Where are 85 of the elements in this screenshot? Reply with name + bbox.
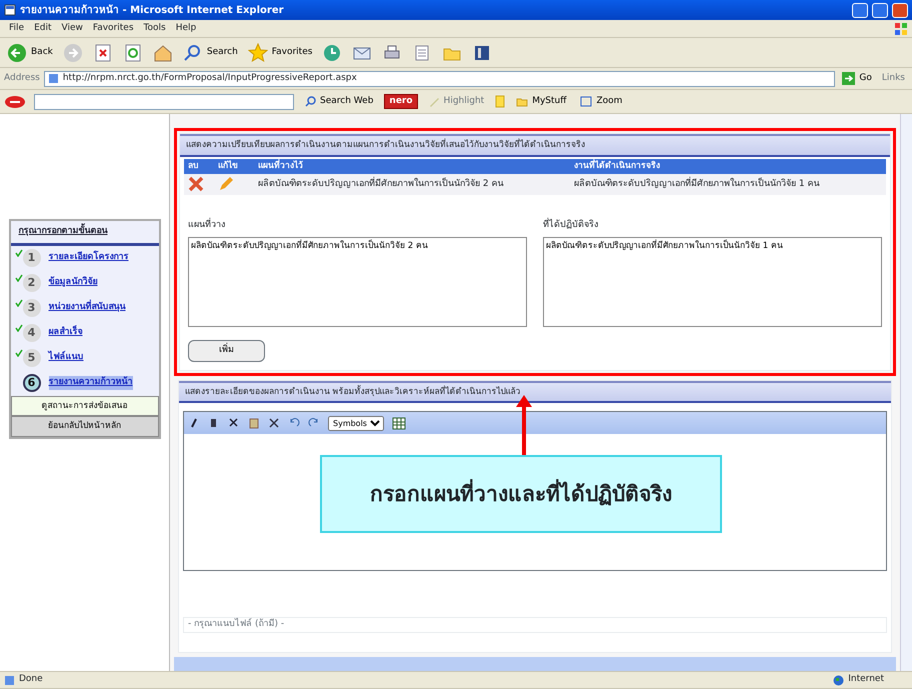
step-link[interactable]: หน่วยงานที่สนับสนุน	[48, 301, 126, 315]
vertical-scrollbar[interactable]	[900, 114, 912, 671]
mystuff-button[interactable]: MyStuff	[513, 94, 570, 110]
folder-icon	[516, 96, 528, 107]
horizontal-scrollbar[interactable]	[174, 657, 896, 671]
minimize-button[interactable]	[852, 2, 868, 18]
plan-field[interactable]: ผลิตบัณฑิตระดับปริญญาเอกที่มีศักยภาพในการเป็นนักวิจัย 2 คน	[188, 236, 527, 326]
field-label: ที่ได้ปฏิบัติจริง	[543, 219, 882, 232]
forward-icon	[62, 42, 83, 62]
search-button[interactable]: Search	[180, 42, 241, 64]
search-icon	[182, 42, 203, 62]
page-icon	[4, 674, 15, 686]
step-number: 1	[22, 249, 40, 267]
back-button[interactable]: Back	[4, 42, 56, 64]
column-header: ลบ	[184, 158, 214, 174]
magnifier-icon	[580, 96, 592, 107]
menu-item[interactable]: View	[56, 22, 88, 36]
table-cell: ผลิตบัณฑิตระดับปริญญาเอกที่มีศักยภาพในการเป็นนักวิจัย 1 คน	[570, 174, 886, 195]
x-icon[interactable]	[228, 417, 240, 430]
font-select[interactable]: Symbols	[328, 416, 384, 431]
undo-icon[interactable]	[288, 417, 300, 430]
sidebar-button[interactable]: ย้อนกลับไปหน้าหลัก	[10, 416, 158, 437]
step-number: 4	[22, 324, 40, 342]
back-icon	[7, 42, 27, 62]
windows-logo-icon	[894, 22, 908, 36]
column-header: แก้ไข	[214, 158, 254, 174]
window-title: รายงานความก้าวหน้า - Microsoft Internet Explorer	[20, 3, 285, 18]
actual-field[interactable]: ผลิตบัณฑิตระดับปริญญาเอกที่มีศักยภาพในการเป็นนักวิจัย 1 คน	[543, 236, 882, 326]
callout-text: กรอกแผนที่วางและที่ได้ปฏิบัติจริง	[320, 455, 722, 533]
search-web-button[interactable]: Search Web	[302, 94, 376, 110]
stop-icon	[92, 42, 113, 62]
address-field[interactable]: http://nrpm.nrct.go.th/FormProposal/InputProgressiveReport.aspx	[44, 70, 836, 86]
page-icon	[48, 73, 59, 84]
step-link[interactable]: รายละเอียดโครงการ	[48, 251, 128, 265]
favorites-button[interactable]: Favorites	[244, 42, 316, 64]
refresh-icon	[122, 42, 143, 62]
menu-item[interactable]: Tools	[138, 22, 171, 36]
go-button[interactable]: Go	[839, 70, 875, 86]
close-button[interactable]	[892, 2, 908, 18]
steps-heading: กรุณากรอกตามขั้นตอน	[10, 221, 158, 246]
logo-icon[interactable]	[4, 94, 26, 108]
home-icon	[152, 42, 173, 62]
step-number: 6	[22, 374, 40, 392]
menu-item[interactable]: Favorites	[88, 22, 139, 36]
step-number: 3	[22, 299, 40, 317]
menu-item[interactable]: File	[4, 22, 30, 36]
status-text: Done	[19, 673, 44, 686]
search-field[interactable]	[34, 94, 294, 110]
page-icon	[4, 4, 16, 16]
column-header: งานที่ได้ดำเนินการจริง	[570, 158, 886, 174]
address-label: Address	[4, 72, 40, 85]
step-link[interactable]: ไฟล์แนบ	[48, 351, 84, 365]
clipboard-icon[interactable]	[248, 417, 260, 430]
step-link[interactable]: รายงานความก้าวหน้า	[48, 376, 132, 390]
pencil-icon[interactable]	[218, 176, 234, 192]
attachment-field[interactable]: - กรุณาแนบไฟล์ (ถ้ามี) -	[183, 617, 887, 633]
step-number: 2	[22, 274, 40, 292]
search-icon	[305, 96, 316, 107]
nero-button[interactable]: nero	[384, 94, 418, 110]
add-button[interactable]: เพิ่ม	[188, 340, 265, 362]
table-cell: ผลิตบัณฑิตระดับปริญญาเอกที่มีศักยภาพในการเป็นนักวิจัย 2 คน	[254, 174, 570, 195]
step-number: 5	[22, 349, 40, 367]
menu-item[interactable]: Help	[170, 22, 202, 36]
zoom-button[interactable]: Zoom	[577, 94, 626, 110]
step-link[interactable]: ผลสำเร็จ	[48, 326, 82, 340]
field-label: แผนที่วาง	[188, 219, 527, 232]
menu-item[interactable]: Edit	[29, 22, 56, 36]
zone-text: Internet	[848, 673, 885, 686]
maximize-button[interactable]	[872, 2, 888, 18]
redo-icon[interactable]	[308, 417, 320, 430]
column-header: แผนที่วางไว้	[254, 158, 570, 174]
section-title: แสดงความเปรียบเทียบผลการดำเนินงานตามแผนการดำเนินงานวิจัยที่เสนอไว้กับงานวิจัยที่ได้ดำเนินการจริง	[180, 134, 890, 157]
star-icon	[248, 42, 268, 62]
cross-icon[interactable]	[188, 176, 204, 192]
globe-icon	[833, 674, 844, 686]
arrow-icon	[842, 72, 856, 85]
table-icon[interactable]	[392, 416, 406, 430]
highlight-button[interactable]: Highlight	[426, 94, 488, 110]
arrow-icon	[514, 395, 534, 455]
step-link[interactable]: ข้อมูลนักวิจัย	[48, 276, 98, 290]
x-icon[interactable]	[268, 417, 280, 430]
clock-icon	[322, 42, 342, 62]
section-title: แสดงรายละเอียดของผลการดำเนินงาน พร้อมทั้งสรุปและวิเคราะห์ผลที่ได้ดำเนินการไปแล้ว	[179, 380, 891, 404]
sidebar-button[interactable]: ดูสถานะการส่งข้อเสนอ	[10, 396, 158, 416]
links-button[interactable]: Links	[878, 70, 908, 86]
